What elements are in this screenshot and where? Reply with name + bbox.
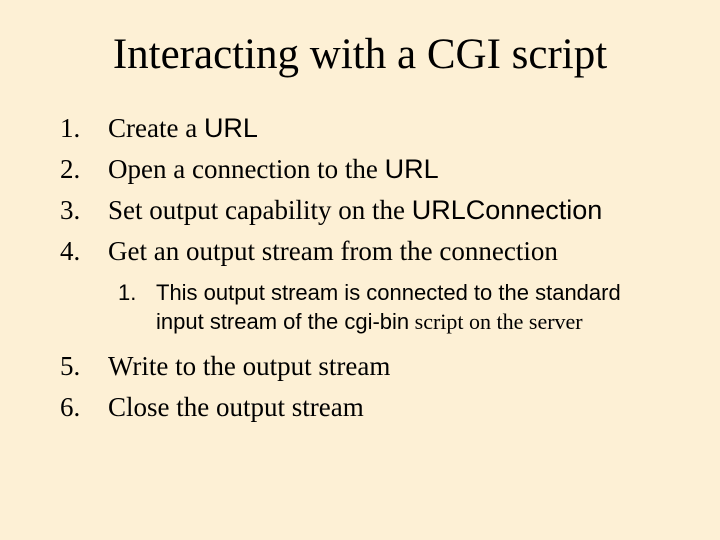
list-item: Write to the output stream <box>108 347 670 386</box>
item-text: Write to the output stream <box>108 351 390 381</box>
item-text: Set output capability on the <box>108 195 412 225</box>
sub-list-item: This output stream is connected to the s… <box>156 278 670 337</box>
item-text: Close the output stream <box>108 392 364 422</box>
main-list: Create a URL Open a connection to the UR… <box>50 109 670 427</box>
sub-item-code: cgi-bin <box>344 309 409 334</box>
sub-list: This output stream is connected to the s… <box>108 278 670 337</box>
list-item: Create a URL <box>108 109 670 148</box>
list-item: Open a connection to the URL <box>108 150 670 189</box>
item-text: Create a <box>108 113 204 143</box>
item-text: Get an output stream from the connection <box>108 236 558 266</box>
list-item: Set output capability on the URLConnecti… <box>108 191 670 230</box>
item-code: URL <box>385 154 439 184</box>
item-code: URLConnection <box>412 195 603 225</box>
list-item: Close the output stream <box>108 388 670 427</box>
item-code: URL <box>204 113 258 143</box>
item-text: Open a connection to the <box>108 154 385 184</box>
slide-title: Interacting with a CGI script <box>50 30 670 79</box>
list-item: Get an output stream from the connection… <box>108 232 670 337</box>
sub-item-suffix: script on the server <box>409 309 583 334</box>
